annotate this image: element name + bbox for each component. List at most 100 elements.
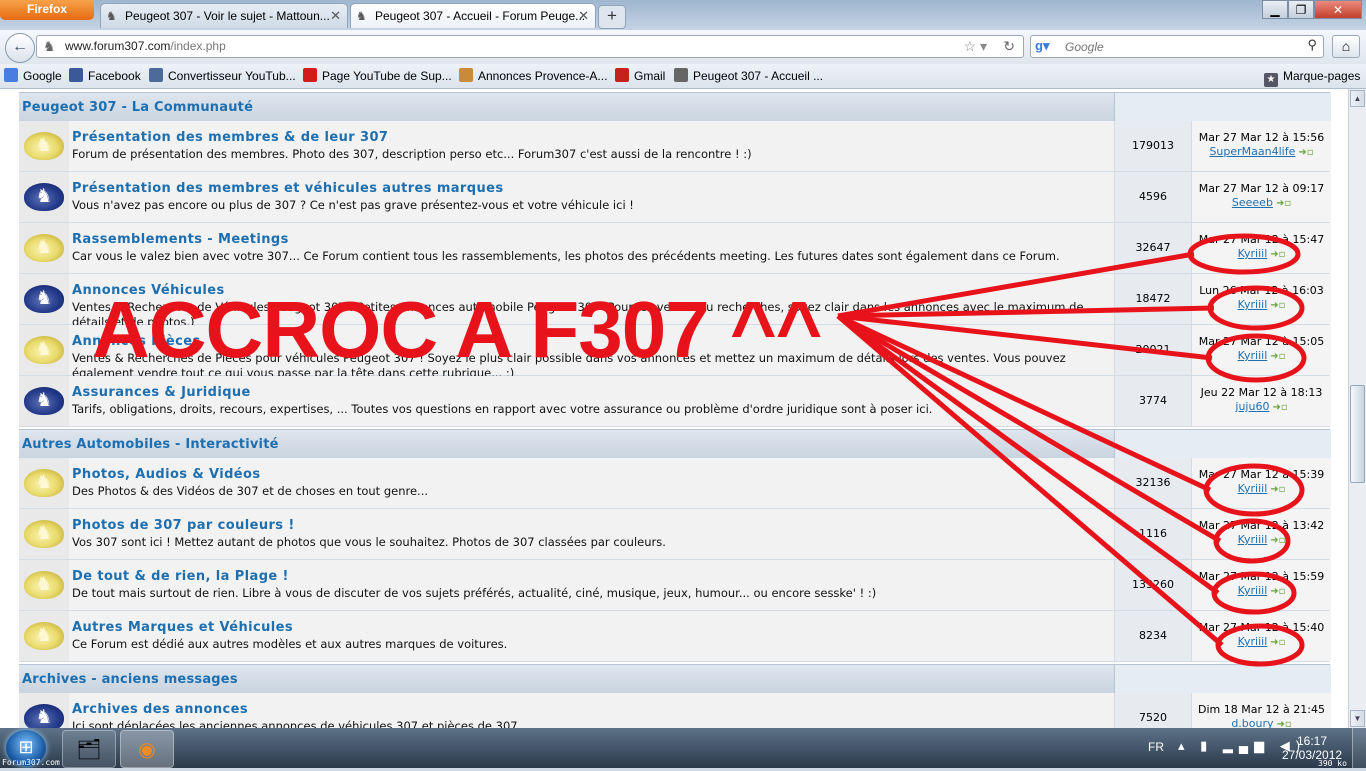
clock[interactable]: 16:17 27/03/2012 [1282, 734, 1342, 762]
forum-row: ♞ Photos, Audios & Vidéos Des Photos & des… [19, 458, 1331, 509]
maximize-button[interactable]: ❐ [1288, 0, 1314, 19]
last-post-author: Kyriiil ➜▫ [1192, 584, 1331, 597]
last-post-user-link[interactable]: d.boury [1231, 717, 1273, 728]
goto-last-post-icon[interactable]: ➜▫ [1270, 637, 1285, 648]
tab-mattoun[interactable]: ♞ Peugeot 307 - Voir le sujet - Mattoun.… [100, 3, 348, 28]
last-post-user-link[interactable]: Kyriiil [1238, 584, 1268, 597]
goto-last-post-icon[interactable]: ➜▫ [1270, 351, 1285, 362]
site-identity-icon[interactable]: ♞ [43, 38, 56, 55]
forum-title-link[interactable]: Autres Marques et Véhicules [72, 620, 293, 635]
forum-post-count: 20021 [1114, 325, 1191, 375]
yt-mp3-icon [149, 68, 163, 82]
forum-icon-cell: ♞ [19, 458, 69, 508]
goto-last-post-icon[interactable]: ➜▫ [1270, 484, 1285, 495]
clock-time: 16:17 [1296, 734, 1328, 748]
bookmark-item[interactable]: Annonces Provence-A... [459, 64, 607, 88]
goto-last-post-icon[interactable]: ➜▫ [1270, 249, 1285, 260]
search-input[interactable] [1063, 36, 1287, 58]
bookmark-item[interactable]: Page YouTube de Sup... [303, 64, 452, 88]
search-bar[interactable]: g▾ ⚲ [1030, 35, 1324, 58]
bookmark-item[interactable]: Convertisseur YouTub... [149, 64, 296, 88]
gmail-icon [615, 68, 629, 82]
forum-title-link[interactable]: Rassemblements - Meetings [72, 232, 289, 247]
show-desktop-button[interactable] [1352, 728, 1366, 768]
goto-last-post-icon[interactable]: ➜▫ [1270, 535, 1285, 546]
forum-row: ♞ Présentation des membres & de leur 307 F… [19, 121, 1331, 172]
window-close-button[interactable]: ✕ [1314, 0, 1362, 19]
bookmark-label: Facebook [88, 69, 141, 83]
bookmark-item[interactable]: Peugeot 307 - Accueil ... [674, 64, 823, 88]
forum-title-link[interactable]: Photos, Audios & Vidéos [72, 467, 260, 482]
tab-accueil[interactable]: ♞ Peugeot 307 - Accueil - Forum Peuge...… [350, 3, 596, 28]
goto-last-post-icon[interactable]: ➜▫ [1277, 719, 1292, 728]
last-post-user-link[interactable]: juju60 [1235, 400, 1269, 413]
forum-post-count: 1116 [1114, 509, 1191, 559]
firefox-menu-button[interactable]: Firefox [0, 0, 94, 20]
last-post-author: Kyriiil ➜▫ [1192, 482, 1331, 495]
youtube-icon [303, 68, 317, 82]
last-post-user-link[interactable]: Seeeeb [1232, 196, 1273, 209]
goto-last-post-icon[interactable]: ➜▫ [1276, 198, 1291, 209]
last-post-user-link[interactable]: Kyriiil [1238, 533, 1268, 546]
goto-last-post-icon[interactable]: ➜▫ [1270, 300, 1285, 311]
forum-title-link[interactable]: Photos de 307 par couleurs ! [72, 518, 295, 533]
close-tab-icon[interactable]: ✕ [330, 4, 341, 28]
google-icon[interactable]: g▾ [1035, 38, 1049, 54]
reload-icon[interactable]: ↻ [1003, 36, 1015, 57]
url-bar[interactable]: ♞ www.forum307.com/index.php ☆ ▾ ↻ [36, 35, 1024, 58]
forum-title-link[interactable]: Archives des annonces [72, 702, 248, 717]
search-icon[interactable]: ⚲ [1307, 37, 1317, 53]
explorer-taskbar-button[interactable]: 🗂 [62, 730, 116, 768]
forum-title-link[interactable]: Assurances & Juridique [72, 385, 251, 400]
category-title[interactable]: Archives - anciens messages [22, 672, 238, 687]
goto-last-post-icon[interactable]: ➜▫ [1272, 402, 1287, 413]
forum-post-count: 18472 [1114, 274, 1191, 324]
bookmark-label: Annonces Provence-A... [478, 69, 608, 83]
forum-row: ♞ Assurances & Juridique Tarifs, obligatio… [19, 376, 1331, 427]
peugeot-lion-icon: ♞ [24, 183, 64, 211]
last-post-user-link[interactable]: SuperMaan4life [1209, 145, 1295, 158]
bookmark-star-icon[interactable]: ☆ ▾ [964, 36, 987, 57]
bookmarks-menu-button[interactable]: ★ Marque-pages [1264, 64, 1360, 88]
peugeot-lion-icon: ♞ [24, 704, 64, 728]
scroll-up-button[interactable]: ▲ [1350, 90, 1365, 107]
forum-description: Tarifs, obligations, droits, recours, ex… [72, 402, 933, 416]
forum-icon-cell: ♞ [19, 560, 69, 610]
category-header: Autres Automobiles - Interactivité [19, 429, 1331, 459]
forum-title-link[interactable]: De tout & de rien, la Plage ! [72, 569, 289, 584]
last-post-user-link[interactable]: Kyriiil [1238, 298, 1268, 311]
category-header-stats [1114, 93, 1331, 121]
category-header-stats [1114, 665, 1331, 693]
bookmark-label: Convertisseur YouTub... [168, 69, 296, 83]
tab-label: Peugeot 307 - Accueil - Forum Peuge... [375, 9, 586, 23]
close-tab-icon[interactable]: ✕ [578, 4, 589, 28]
last-post-user-link[interactable]: Kyriiil [1238, 482, 1268, 495]
category-title[interactable]: Peugeot 307 - La Communauté [22, 100, 253, 115]
category-title[interactable]: Autres Automobiles - Interactivité [22, 437, 279, 452]
forum-title-link[interactable]: Présentation des membres et véhicules au… [72, 181, 503, 196]
bookmark-item[interactable]: Google [4, 64, 62, 88]
scroll-down-button[interactable]: ▼ [1350, 710, 1365, 727]
bookmark-item[interactable]: Gmail [615, 64, 665, 88]
minimize-button[interactable]: ▁ [1262, 0, 1288, 19]
language-indicator[interactable]: FR [1148, 740, 1164, 754]
new-tab-button[interactable]: + [598, 5, 626, 29]
home-button[interactable]: ⌂ [1332, 35, 1360, 58]
forum-icon-cell: ♞ [19, 376, 69, 426]
vertical-scrollbar[interactable]: ▲ ▼ [1348, 89, 1366, 728]
forum-title-link[interactable]: Annonces Pièces [72, 334, 201, 349]
last-post-user-link[interactable]: Kyriiil [1238, 247, 1268, 260]
forum-title-link[interactable]: Présentation des membres & de leur 307 [72, 130, 388, 145]
scroll-thumb[interactable] [1350, 385, 1365, 483]
page-content: Peugeot 307 - La Communauté ♞ Présentation… [0, 89, 1348, 728]
last-post-user-link[interactable]: Kyriiil [1238, 635, 1268, 648]
forum-title-link[interactable]: Annonces Véhicules [72, 283, 225, 298]
firefox-taskbar-button[interactable]: ◉ [120, 730, 174, 768]
last-post-date: Mar 27 Mar 12 à 15:47 [1198, 233, 1325, 246]
goto-last-post-icon[interactable]: ➜▫ [1298, 147, 1313, 158]
back-button[interactable]: ← [5, 33, 35, 63]
bookmark-item[interactable]: Facebook [69, 64, 141, 88]
url-text[interactable]: www.forum307.com/index.php [65, 36, 226, 57]
goto-last-post-icon[interactable]: ➜▫ [1270, 586, 1285, 597]
last-post-user-link[interactable]: Kyriiil [1238, 349, 1268, 362]
